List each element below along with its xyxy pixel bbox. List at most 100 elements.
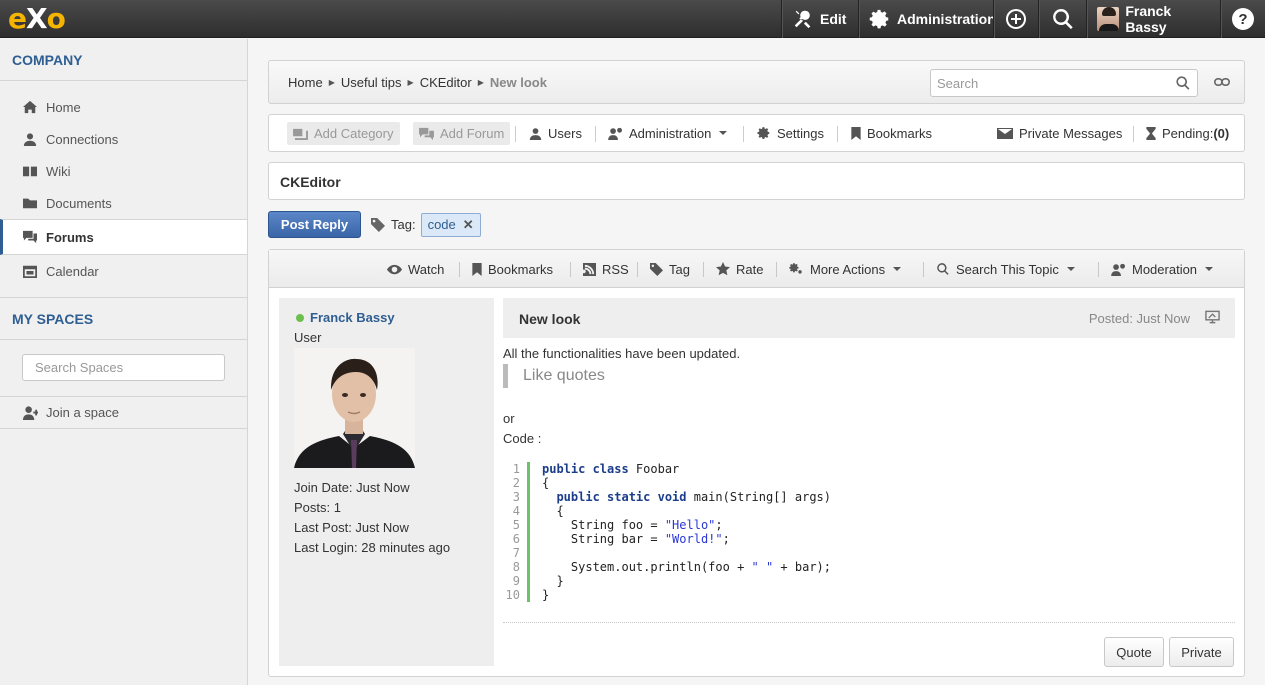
administration-menu-button[interactable]: Administration	[858, 0, 996, 38]
author-join-date: Join Date: Just Now	[294, 480, 410, 495]
bookmarks-button[interactable]: Bookmarks	[851, 115, 932, 151]
user-menu-button[interactable]: Franck Bassy	[1086, 0, 1220, 38]
chevron-down-icon	[719, 131, 728, 135]
search-spaces-input[interactable]: Search Spaces	[22, 354, 225, 381]
left-sidebar: COMPANY Home Connections Wiki Documents …	[0, 39, 248, 685]
line-number: 6	[503, 532, 530, 546]
sidebar-item-connections[interactable]: Connections	[0, 123, 247, 155]
bookmarks-label: Bookmarks	[488, 261, 554, 277]
star-icon	[716, 262, 736, 276]
private-messages-button[interactable]: Private Messages	[997, 115, 1122, 151]
code-line: 5 String foo = "Hello";	[503, 518, 831, 532]
sidebar-item-documents[interactable]: Documents	[0, 187, 247, 219]
author-avatar[interactable]	[294, 348, 415, 468]
join-space-label: Join a space	[46, 405, 119, 420]
hourglass-icon	[1146, 126, 1162, 140]
sidebar-item-label: Forums	[46, 229, 94, 245]
join-space-link[interactable]: Join a space	[0, 397, 247, 429]
quote-button[interactable]: Quote	[1104, 637, 1164, 667]
add-user-icon	[22, 405, 38, 420]
sidebar-item-calendar[interactable]: Calendar	[0, 255, 247, 287]
line-number: 8	[503, 560, 530, 574]
tag-chip-code[interactable]: code ✕	[420, 212, 481, 237]
home-icon	[22, 100, 38, 114]
chevron-down-icon	[893, 267, 902, 271]
breadcrumb-ckeditor[interactable]: CKEditor	[420, 75, 472, 90]
line-number: 9	[503, 574, 530, 588]
add-category-button[interactable]: Add Category	[287, 115, 400, 151]
users-button[interactable]: Users	[529, 115, 582, 151]
line-number: 5	[503, 518, 530, 532]
sidebar-item-wiki[interactable]: Wiki	[0, 155, 247, 187]
code-line: 8 System.out.println(foo + " " + bar);	[503, 560, 831, 574]
sidebar-item-forums[interactable]: Forums	[0, 219, 247, 255]
breadcrumb-arrow-icon: ▶	[477, 78, 484, 87]
my-spaces-section-title: MY SPACES	[0, 298, 247, 340]
topic-toolbar: Watch Bookmarks RSS Tag Rate More Action…	[269, 250, 1244, 288]
plus-circle-icon	[1004, 7, 1028, 31]
code-block: 1 public class Foobar 2{ 3 public static …	[503, 462, 831, 602]
forum-toolbar: Add Category Add Forum Users Administrat…	[268, 114, 1245, 152]
close-icon[interactable]: ✕	[463, 217, 474, 233]
pending-label: Pending:	[1162, 125, 1214, 141]
add-forum-button[interactable]: Add Forum	[413, 115, 511, 151]
breadcrumb: Home ▶ Useful tips ▶ CKEditor ▶ New look	[288, 75, 547, 90]
watch-button[interactable]: Watch	[387, 250, 444, 288]
link-icon[interactable]	[1214, 76, 1230, 91]
code-line: 10}	[503, 588, 831, 602]
sidebar-item-label: Calendar	[46, 263, 99, 279]
breadcrumb-useful-tips[interactable]: Useful tips	[341, 75, 402, 90]
search-topic-label: Search This Topic	[956, 261, 1059, 277]
more-actions-dropdown[interactable]: More Actions	[789, 250, 902, 288]
moderation-dropdown[interactable]: Moderation	[1111, 250, 1214, 288]
pending-count: (0)	[1213, 125, 1230, 141]
code-text: }	[542, 588, 550, 602]
forum-search-input[interactable]: Search	[930, 69, 1198, 97]
topic-tag-button[interactable]: Tag	[650, 250, 690, 288]
forum-title-box: CKEditor	[268, 162, 1245, 200]
search-topic-dropdown[interactable]: Search This Topic	[936, 250, 1075, 288]
topic-bookmarks-button[interactable]: Bookmarks	[472, 250, 553, 288]
search-icon[interactable]	[1175, 75, 1191, 94]
breadcrumb-home[interactable]: Home	[288, 75, 323, 90]
post-divider	[503, 622, 1235, 623]
envelope-icon	[997, 127, 1019, 139]
rss-button[interactable]: RSS	[583, 250, 629, 288]
administration-dropdown[interactable]: Administration	[608, 115, 728, 151]
settings-button[interactable]: Settings	[757, 115, 824, 151]
code-line: 3 public static void main(String[] args)	[503, 490, 831, 504]
post-or-text: or	[503, 411, 515, 426]
bookmark-icon	[472, 262, 488, 276]
search-button[interactable]	[1038, 0, 1086, 38]
add-category-icon	[293, 127, 314, 140]
rate-button[interactable]: Rate	[716, 250, 763, 288]
exo-logo[interactable]: eXo	[8, 2, 66, 35]
bookmarks-label: Bookmarks	[867, 125, 933, 141]
pending-button[interactable]: Pending: (0)	[1146, 115, 1229, 151]
rss-label: RSS	[602, 261, 629, 277]
author-name: Franck Bassy	[310, 310, 395, 325]
line-number: 10	[503, 588, 530, 602]
chevron-down-icon	[1066, 267, 1075, 271]
person-icon	[22, 132, 38, 146]
add-button[interactable]	[993, 0, 1038, 38]
administration-label: Administration	[897, 11, 996, 27]
post-header: New look Posted: Just Now	[503, 298, 1235, 338]
help-button[interactable]: ?	[1220, 0, 1265, 38]
code-text: {	[542, 504, 564, 518]
edit-button[interactable]: Edit	[781, 0, 858, 38]
breadcrumb-arrow-icon: ▶	[407, 78, 414, 87]
sidebar-item-home[interactable]: Home	[0, 91, 247, 123]
private-button[interactable]: Private	[1169, 637, 1234, 667]
users-label: Users	[548, 125, 582, 141]
gears-icon	[789, 262, 810, 276]
administration-label: Administration	[629, 125, 712, 141]
add-forum-icon	[419, 127, 440, 140]
tag-area: Tag: code ✕	[371, 212, 481, 237]
line-number: 7	[503, 546, 530, 560]
code-line: 2{	[503, 476, 831, 490]
post-reply-button[interactable]: Post Reply	[268, 211, 361, 238]
ip-address-icon[interactable]	[1205, 310, 1220, 327]
author-name-link[interactable]: Franck Bassy	[296, 310, 395, 325]
line-number: 1	[503, 462, 530, 476]
